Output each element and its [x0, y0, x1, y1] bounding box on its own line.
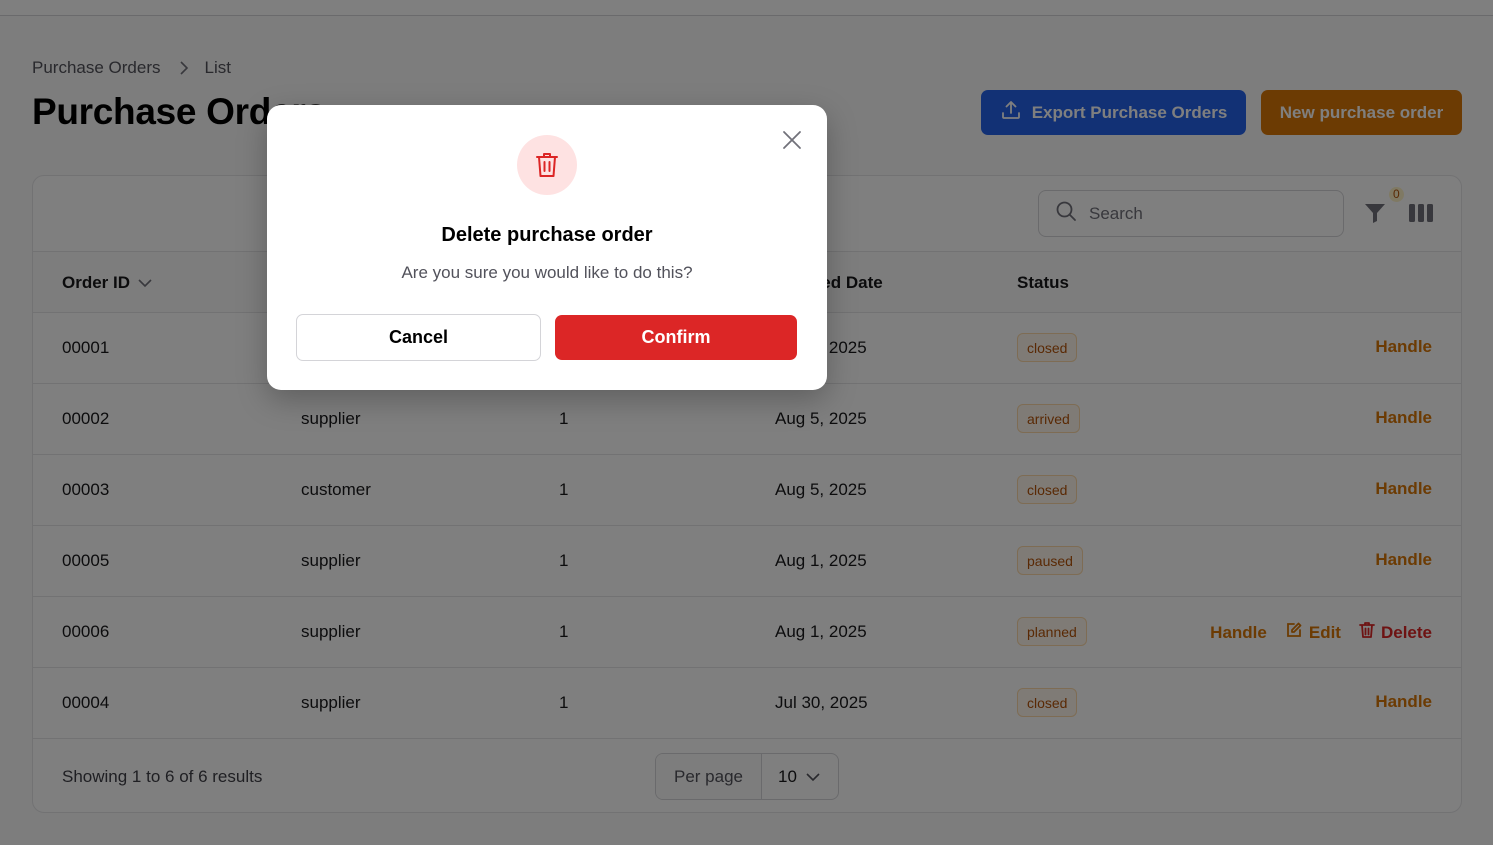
- modal-description: Are you sure you would like to do this?: [401, 263, 693, 282]
- confirm-button[interactable]: Confirm: [555, 315, 797, 360]
- cancel-button[interactable]: Cancel: [296, 314, 541, 361]
- modal-title: Delete purchase order: [441, 224, 653, 246]
- trash-icon: [517, 135, 577, 195]
- close-icon[interactable]: [782, 130, 802, 150]
- delete-confirmation-modal: Delete purchase order Are you sure you w…: [267, 105, 827, 390]
